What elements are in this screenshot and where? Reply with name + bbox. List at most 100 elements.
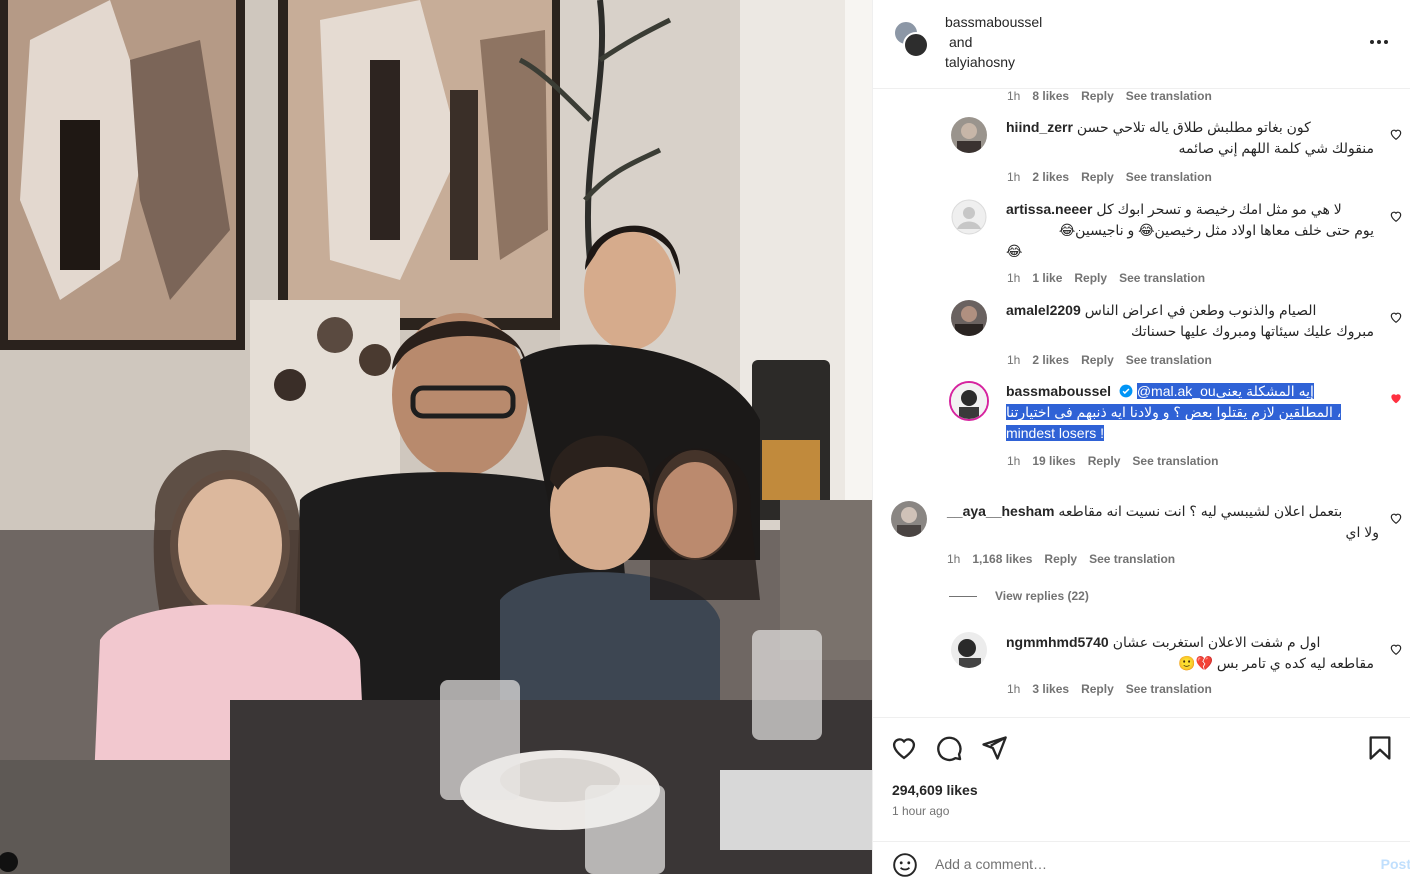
comment-body: hiind_zerr كون بغاتو مطلبش طلاق ياله تلاح… bbox=[1006, 117, 1374, 159]
heart-icon[interactable] bbox=[1389, 391, 1403, 405]
view-replies-label[interactable]: View replies (22) bbox=[995, 589, 1089, 603]
comments-list[interactable]: 1h 8 likes Reply See translation hiind_z… bbox=[873, 89, 1410, 717]
comment-body: amalel2209 الصيام والذنوب وطعن في اعراض ا… bbox=[1006, 300, 1374, 342]
post-header: bassmaboussel and talyiahosny bbox=[873, 0, 1410, 89]
post-authors: bassmaboussel and talyiahosny bbox=[945, 12, 1042, 72]
comment-text: الصيام والذنوب وطعن في اعراض الناس bbox=[1084, 302, 1317, 318]
comment-text: منقولك شي كلمة اللهم إني صائمه bbox=[1178, 140, 1374, 156]
comment-time: 1h bbox=[1007, 271, 1021, 285]
heart-icon[interactable] bbox=[1389, 642, 1403, 656]
heart-icon[interactable] bbox=[1389, 209, 1403, 223]
photo-illustration bbox=[0, 0, 872, 874]
reply-button[interactable]: Reply bbox=[1081, 682, 1114, 696]
comment-body: __aya__hesham بتعمل اعلان لشيبسي ليه ؟ ان… bbox=[947, 501, 1379, 543]
see-translation-button[interactable]: See translation bbox=[1132, 454, 1218, 468]
reply-button[interactable]: Reply bbox=[1081, 170, 1114, 184]
comment-time: 1h bbox=[1007, 454, 1021, 468]
comment-meta: 1h 1 like Reply See translation bbox=[1007, 271, 1217, 285]
comment-time: 1h bbox=[947, 552, 961, 566]
avatar[interactable] bbox=[903, 32, 929, 58]
comment-likes[interactable]: 8 likes bbox=[1032, 89, 1069, 103]
reply-button[interactable]: Reply bbox=[1074, 271, 1107, 285]
comment-text: مبروك عليك سيئاتها ومبروك عليها حسناتك bbox=[1130, 323, 1374, 339]
comment-username[interactable]: __aya__hesham bbox=[947, 503, 1054, 519]
reply-button[interactable]: Reply bbox=[1088, 454, 1121, 468]
avatar[interactable] bbox=[951, 632, 987, 668]
comment-text: ، المطلقين لازم يقتلوا بعض ؟ و ولادنا اي… bbox=[1006, 404, 1342, 420]
comment-body: ngmmhmd5740 اول م شفت الاعلان استغربت عشا… bbox=[1006, 632, 1374, 674]
see-translation-button[interactable]: See translation bbox=[1126, 89, 1212, 103]
heart-icon[interactable] bbox=[1389, 511, 1403, 525]
more-icon bbox=[1370, 40, 1388, 44]
comment-username[interactable]: amalel2209 bbox=[1006, 302, 1081, 318]
comment-likes[interactable]: 1,168 likes bbox=[972, 552, 1032, 566]
avatar[interactable] bbox=[949, 381, 989, 421]
emoji-icon[interactable] bbox=[892, 852, 918, 878]
post-timestamp[interactable]: 1 hour ago bbox=[892, 804, 949, 818]
post-side-panel: bassmaboussel and talyiahosny 1h 8 likes… bbox=[872, 0, 1410, 877]
likes-count[interactable]: 294,609 likes bbox=[892, 782, 978, 798]
heart-icon[interactable] bbox=[1389, 127, 1403, 141]
mention-link[interactable]: @mal.ak_ou bbox=[1136, 383, 1216, 399]
comment-text: يوم حتى خلف معاها اولاد مثل رخيصين😂 و نا… bbox=[1058, 222, 1374, 238]
see-translation-button[interactable]: See translation bbox=[1126, 682, 1212, 696]
share-icon[interactable] bbox=[980, 734, 1008, 762]
reply-button[interactable]: Reply bbox=[1044, 552, 1077, 566]
view-replies-button[interactable]: View replies (22) bbox=[949, 589, 1089, 603]
comment-text: ولا اي bbox=[1345, 524, 1379, 540]
comment-meta: 1h 3 likes Reply See translation bbox=[1007, 682, 1224, 696]
author-link[interactable]: talyiahosny bbox=[945, 52, 1042, 72]
comment-meta: 1h 1,168 likes Reply See translation bbox=[947, 552, 1187, 566]
comment-likes[interactable]: 19 likes bbox=[1032, 454, 1075, 468]
like-icon[interactable] bbox=[890, 734, 918, 762]
verified-icon bbox=[1119, 384, 1133, 398]
comment-username[interactable]: artissa.neeer bbox=[1006, 201, 1092, 217]
comment-input[interactable] bbox=[935, 852, 1335, 876]
comment-likes[interactable]: 2 likes bbox=[1032, 170, 1069, 184]
author-joiner: and bbox=[949, 34, 973, 50]
heart-icon[interactable] bbox=[1389, 310, 1403, 324]
divider bbox=[949, 595, 977, 597]
comment-text: 😂 bbox=[1006, 243, 1023, 259]
comment-time: 1h bbox=[1007, 170, 1021, 184]
reply-button[interactable]: Reply bbox=[1081, 353, 1114, 367]
comment-meta: 1h 8 likes Reply See translation bbox=[1007, 89, 1224, 103]
comment-text: إيه المشكلة يعنى bbox=[1215, 383, 1314, 399]
comment-meta: 1h 19 likes Reply See translation bbox=[1007, 454, 1230, 468]
comment-username[interactable]: bassmaboussel bbox=[1006, 383, 1111, 399]
see-translation-button[interactable]: See translation bbox=[1126, 353, 1212, 367]
comment-text: لا هي مو مثل امك رخيصة و تسحر ابوك كل bbox=[1096, 201, 1342, 217]
see-translation-button[interactable]: See translation bbox=[1119, 271, 1205, 285]
save-icon[interactable] bbox=[1366, 734, 1394, 762]
avatar[interactable] bbox=[951, 199, 987, 235]
comment-meta: 1h 2 likes Reply See translation bbox=[1007, 353, 1224, 367]
comment-likes[interactable]: 1 like bbox=[1032, 271, 1062, 285]
comment-body: bassmaboussel @mal.ak_ouإيه المشكلة يعنى… bbox=[1006, 381, 1386, 444]
comment-text: mindest losers ! bbox=[1006, 425, 1105, 441]
comment-likes[interactable]: 3 likes bbox=[1032, 682, 1069, 696]
author-link[interactable]: bassmaboussel bbox=[945, 12, 1042, 32]
comment-text: اول م شفت الاعلان استغربت عشان bbox=[1112, 634, 1321, 650]
avatar[interactable] bbox=[951, 300, 987, 336]
see-translation-button[interactable]: See translation bbox=[1126, 170, 1212, 184]
avatar[interactable] bbox=[951, 117, 987, 153]
comment-text: مقاطعه ليه كده ي تامر بس 💔🙂 bbox=[1178, 655, 1374, 671]
comment-meta: 1h 2 likes Reply See translation bbox=[1007, 170, 1224, 184]
comment-username[interactable]: ngmmhmd5740 bbox=[1006, 634, 1109, 650]
comment-likes[interactable]: 2 likes bbox=[1032, 353, 1069, 367]
see-translation-button[interactable]: See translation bbox=[1089, 552, 1175, 566]
comment-username[interactable]: hiind_zerr bbox=[1006, 119, 1073, 135]
comment-icon[interactable] bbox=[935, 734, 963, 762]
comment-text: كون بغاتو مطلبش طلاق ياله تلاحي حسن bbox=[1076, 119, 1311, 135]
avatar[interactable] bbox=[891, 501, 927, 537]
post-comment-button[interactable]: Post bbox=[1381, 856, 1410, 872]
comment-time: 1h bbox=[1007, 353, 1021, 367]
comment-body: artissa.neeer لا هي مو مثل امك رخيصة و تس… bbox=[1006, 199, 1374, 262]
more-options-button[interactable] bbox=[1367, 30, 1391, 54]
comment-time: 1h bbox=[1007, 682, 1021, 696]
comment-time: 1h bbox=[1007, 89, 1021, 103]
comment-text: بتعمل اعلان لشيبسي ليه ؟ انت نسيت انه مق… bbox=[1058, 503, 1343, 519]
reply-button[interactable]: Reply bbox=[1081, 89, 1114, 103]
post-actions: 294,609 likes 1 hour ago bbox=[873, 717, 1410, 841]
post-photo bbox=[0, 0, 872, 874]
